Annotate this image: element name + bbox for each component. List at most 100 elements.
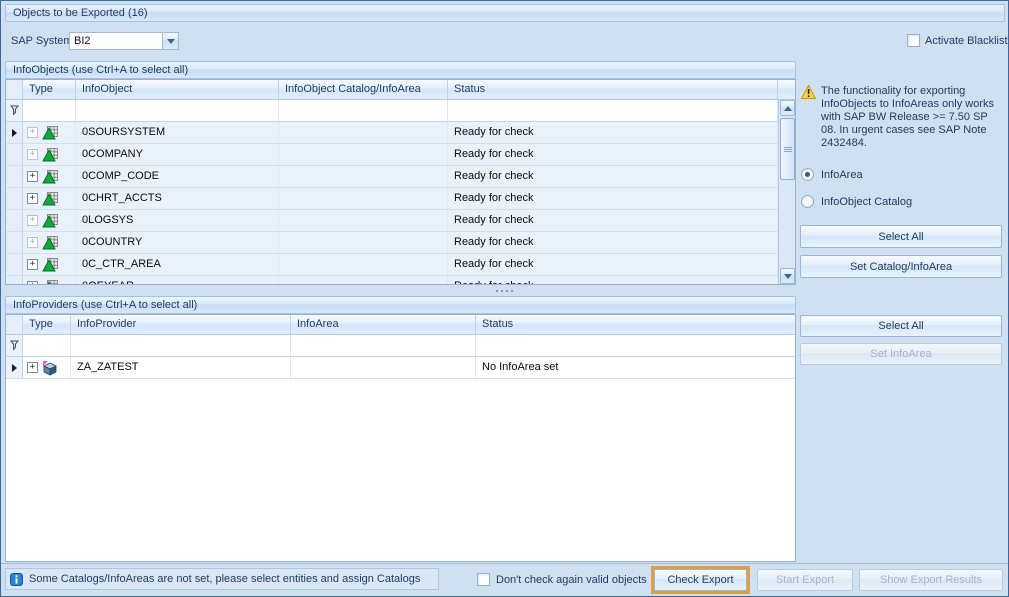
- infoarea-radio-label: InfoArea: [821, 169, 863, 181]
- type-cell: +: [23, 276, 76, 284]
- infoobjects-panel-title: InfoObjects (use Ctrl+A to select all): [13, 64, 188, 76]
- table-row[interactable]: + 0COMP_CODE Ready for check: [6, 166, 778, 188]
- filter-cell[interactable]: [476, 335, 795, 356]
- expand-plus-icon[interactable]: +: [27, 237, 38, 248]
- row-indicator: [6, 188, 23, 209]
- sap-system-combobox[interactable]: BI2: [69, 32, 179, 50]
- infoobject-catalog-radio[interactable]: [801, 195, 814, 208]
- table-row[interactable]: + 0COUNTRY Ready for check: [6, 232, 778, 254]
- table-row[interactable]: + 0SOURSYSTEM Ready for check: [6, 122, 778, 144]
- column-header-infoobject[interactable]: InfoObject: [76, 80, 279, 99]
- info-icon: [10, 573, 23, 586]
- column-header-catalog[interactable]: InfoObject Catalog/InfoArea: [279, 80, 448, 99]
- dont-check-again-checkbox[interactable]: [477, 573, 490, 586]
- expand-plus-icon[interactable]: +: [27, 127, 38, 138]
- column-header-type[interactable]: Type: [23, 315, 71, 334]
- catalog-value: [279, 144, 448, 165]
- activate-blacklist-checkbox[interactable]: [907, 34, 920, 47]
- catalog-value: [279, 122, 448, 143]
- expand-plus-icon[interactable]: +: [27, 215, 38, 226]
- characteristic-icon: [42, 147, 58, 163]
- filter-cell[interactable]: [23, 100, 76, 121]
- expand-plus-icon[interactable]: +: [27, 362, 38, 373]
- start-export-button[interactable]: Start Export: [757, 569, 853, 591]
- filter-cell[interactable]: [76, 100, 279, 121]
- dropdown-button[interactable]: [162, 32, 179, 50]
- type-cell: +: [23, 254, 76, 275]
- row-indicator: [6, 210, 23, 231]
- activate-blacklist-label: Activate Blacklist: [925, 35, 1008, 47]
- infoproviders-rows: + ZA_ZATEST No InfoArea set: [6, 335, 795, 561]
- table-row[interactable]: + 0LOGSYS Ready for check: [6, 210, 778, 232]
- column-header-status[interactable]: Status: [476, 315, 795, 334]
- catalog-value: [279, 210, 448, 231]
- header-indicator-cell: [6, 315, 23, 334]
- infoobject-name: 0CHRT_ACCTS: [76, 188, 279, 209]
- type-cell: +: [23, 232, 76, 253]
- show-export-results-button[interactable]: Show Export Results: [859, 569, 1003, 591]
- status-value: Ready for check: [448, 254, 778, 275]
- filter-cell[interactable]: [23, 335, 71, 356]
- table-row[interactable]: + 0COMPANY Ready for check: [6, 144, 778, 166]
- table-row[interactable]: + 0C_CTR_AREA Ready for check: [6, 254, 778, 276]
- infoarea-radio[interactable]: [801, 168, 814, 181]
- sap-system-value[interactable]: BI2: [69, 32, 162, 50]
- table-row[interactable]: + 0OEYEAR Ready for check: [6, 276, 778, 284]
- scroll-up-button[interactable]: [780, 100, 795, 116]
- column-header-status[interactable]: Status: [448, 80, 778, 99]
- infoarea-value: [291, 357, 476, 378]
- expand-plus-icon[interactable]: +: [27, 281, 38, 284]
- row-indicator: [6, 166, 23, 187]
- type-cell: +: [23, 210, 76, 231]
- filter-cell[interactable]: [279, 100, 448, 121]
- table-row[interactable]: + 0CHRT_ACCTS Ready for check: [6, 188, 778, 210]
- infoobjects-column-headers: Type InfoObject InfoObject Catalog/InfoA…: [6, 80, 795, 100]
- status-value: Ready for check: [448, 232, 778, 253]
- check-export-highlight: Check Export: [651, 566, 750, 594]
- filter-cell[interactable]: [71, 335, 291, 356]
- expand-plus-icon[interactable]: +: [27, 193, 38, 204]
- infoproviders-grid: Type InfoProvider InfoArea Status +: [5, 314, 796, 562]
- expand-plus-icon[interactable]: +: [27, 149, 38, 160]
- infoproviders-select-all-button[interactable]: Select All: [800, 315, 1002, 337]
- column-header-infoprovider[interactable]: InfoProvider: [71, 315, 291, 334]
- characteristic-icon: [42, 125, 58, 141]
- scrollbar-thumb[interactable]: [780, 118, 795, 180]
- row-indicator: [6, 357, 23, 378]
- row-indicator: [6, 276, 23, 284]
- table-row[interactable]: + ZA_ZATEST No InfoArea set: [6, 357, 795, 379]
- current-row-arrow-icon: [12, 364, 17, 372]
- scroll-up-icon: [784, 106, 792, 111]
- status-value: Ready for check: [448, 188, 778, 209]
- expand-plus-icon[interactable]: +: [27, 259, 38, 270]
- status-message-box: Some Catalogs/InfoAreas are not set, ple…: [5, 568, 439, 590]
- filter-row[interactable]: [6, 335, 795, 357]
- infoobject-name: 0COMPANY: [76, 144, 279, 165]
- header-indicator-cell: [6, 80, 23, 99]
- characteristic-icon: [42, 191, 58, 207]
- infoproviders-panel-header: InfoProviders (use Ctrl+A to select all): [5, 296, 796, 314]
- status-message: Some Catalogs/InfoAreas are not set, ple…: [29, 573, 420, 585]
- catalog-value: [279, 166, 448, 187]
- panel-splitter[interactable]: [5, 285, 1004, 296]
- chevron-down-icon: [167, 39, 175, 44]
- catalog-value: [279, 188, 448, 209]
- vertical-scrollbar[interactable]: [778, 100, 795, 284]
- filter-cell[interactable]: [291, 335, 476, 356]
- status-value: Ready for check: [448, 122, 778, 143]
- infoobjects-rows: + 0SOURSYSTEM Ready for check +: [6, 100, 778, 284]
- status-value: Ready for check: [448, 166, 778, 187]
- cube-icon: [42, 360, 58, 376]
- filter-cell[interactable]: [448, 100, 778, 121]
- expand-plus-icon[interactable]: +: [27, 171, 38, 182]
- set-infoarea-button[interactable]: Set InfoArea: [800, 343, 1002, 365]
- current-row-arrow-icon: [12, 129, 17, 137]
- column-header-type[interactable]: Type: [23, 80, 76, 99]
- check-export-button[interactable]: Check Export: [654, 569, 747, 591]
- set-catalog-infoarea-button[interactable]: Set Catalog/InfoArea: [800, 255, 1002, 278]
- infoobjects-select-all-button[interactable]: Select All: [800, 225, 1002, 248]
- scroll-down-button[interactable]: [780, 268, 795, 284]
- filter-row[interactable]: [6, 100, 778, 122]
- column-header-infoarea[interactable]: InfoArea: [291, 315, 476, 334]
- type-cell: +: [23, 357, 71, 378]
